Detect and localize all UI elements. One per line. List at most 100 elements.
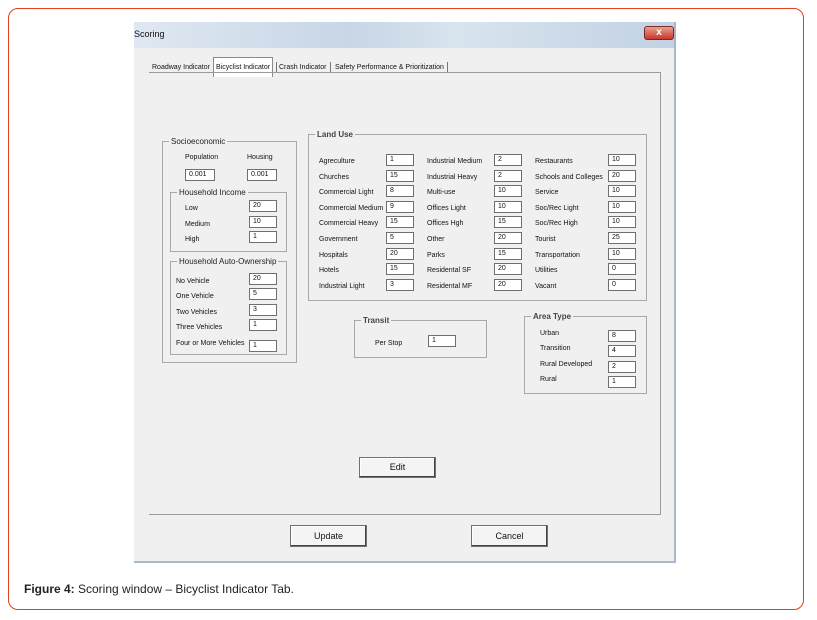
income-high-label: High [185, 236, 200, 243]
land-use-label: Multi-use [427, 189, 456, 196]
land-use-label: Residental SF [427, 267, 471, 274]
land-use-label: Commercial Heavy [319, 220, 379, 227]
land-use-label: Agreculture [319, 158, 355, 165]
land-use-label: Churches [319, 174, 349, 181]
land-use-label: Restaurants [535, 158, 573, 165]
land-use-label: Hospitals [319, 252, 348, 259]
land-use-input[interactable]: 10 [608, 248, 636, 260]
land-use-input[interactable]: 10 [494, 185, 522, 197]
land-use-input[interactable]: 15 [386, 170, 414, 182]
auto-ownership-legend: Household Auto-Ownership [179, 257, 277, 266]
land-use-input[interactable]: 15 [386, 263, 414, 275]
income-low-label: Low [185, 205, 198, 212]
land-use-legend: Land Use [317, 130, 354, 139]
household-income-legend: Household Income [179, 188, 246, 197]
scoring-window: Scoring x Roadway Indicator Bicyclist In… [134, 22, 676, 563]
income-medium-input[interactable]: 10 [249, 216, 277, 228]
transition-label: Transition [540, 345, 571, 352]
edit-button[interactable]: Edit [359, 457, 436, 478]
land-use-input[interactable]: 10 [608, 216, 636, 228]
housing-input[interactable]: 0.001 [247, 169, 277, 181]
land-use-input[interactable]: 20 [386, 248, 414, 260]
title-bar: Scoring x [134, 22, 674, 48]
land-use-group: Land Use [308, 130, 647, 301]
land-use-input[interactable]: 0 [608, 263, 636, 275]
three-vehicles-label: Three Vehicles [176, 324, 223, 331]
urban-input[interactable]: 8 [608, 330, 636, 342]
income-medium-label: Medium [185, 221, 210, 228]
land-use-label: Residental MF [427, 283, 473, 290]
four-plus-vehicles-input[interactable]: 1 [249, 340, 277, 352]
income-low-input[interactable]: 20 [249, 200, 277, 212]
two-vehicles-input[interactable]: 3 [249, 304, 277, 316]
land-use-label: Soc/Rec High [535, 220, 578, 227]
land-use-input[interactable]: 2 [494, 154, 522, 166]
land-use-input[interactable]: 1 [386, 154, 414, 166]
land-use-label: Industrial Heavy [427, 174, 478, 181]
land-use-label: Schools and Colleges [535, 174, 603, 181]
area-type-legend: Area Type [533, 312, 572, 321]
rural-label: Rural [540, 376, 557, 383]
land-use-label: Tourist [535, 236, 556, 243]
caption-text: Scoring window – Bicyclist Indicator Tab… [74, 582, 294, 596]
close-icon[interactable]: x [644, 26, 674, 40]
caption-prefix: Figure 4: [24, 582, 75, 596]
socioeconomic-legend: Socioeconomic [171, 137, 226, 146]
land-use-input[interactable]: 10 [608, 154, 636, 166]
window-title: Scoring [134, 29, 165, 39]
land-use-input[interactable]: 25 [608, 232, 636, 244]
land-use-input[interactable]: 8 [386, 185, 414, 197]
land-use-input[interactable]: 20 [608, 170, 636, 182]
rural-developed-input[interactable]: 2 [608, 361, 636, 373]
cancel-button[interactable]: Cancel [471, 525, 548, 547]
population-label: Population [185, 154, 219, 161]
land-use-input[interactable]: 9 [386, 201, 414, 213]
urban-label: Urban [540, 330, 560, 337]
land-use-input[interactable]: 20 [494, 232, 522, 244]
figure-caption: Figure 4: Scoring window – Bicyclist Ind… [24, 582, 294, 596]
land-use-label: Offices Light [427, 205, 466, 212]
transition-input[interactable]: 4 [608, 345, 636, 357]
land-use-input[interactable]: 15 [386, 216, 414, 228]
land-use-input[interactable]: 15 [494, 248, 522, 260]
land-use-label: Soc/Rec Light [535, 205, 579, 212]
rural-input[interactable]: 1 [608, 376, 636, 388]
no-vehicle-label: No Vehicle [176, 278, 210, 285]
land-use-input[interactable]: 5 [386, 232, 414, 244]
transit-legend: Transit [363, 316, 390, 325]
per-stop-label: Per Stop [375, 340, 403, 347]
land-use-label: Hotels [319, 267, 339, 274]
land-use-label: Transportation [535, 252, 580, 259]
four-plus-vehicles-label: Four or More Vehicles [176, 340, 245, 347]
per-stop-input[interactable]: 1 [428, 335, 456, 347]
three-vehicles-input[interactable]: 1 [249, 319, 277, 331]
land-use-input[interactable]: 15 [494, 216, 522, 228]
land-use-label: Vacant [535, 283, 557, 290]
rural-developed-label: Rural Developed [540, 361, 593, 368]
transit-group: Transit [354, 316, 487, 358]
housing-label: Housing [247, 154, 273, 161]
land-use-label: Commercial Medium [319, 205, 384, 212]
land-use-label: Commercial Light [319, 189, 374, 196]
land-use-label: Industrial Medium [427, 158, 483, 165]
two-vehicles-label: Two Vehicles [176, 309, 217, 316]
land-use-label: Parks [427, 252, 445, 259]
income-high-input[interactable]: 1 [249, 231, 277, 243]
land-use-input[interactable]: 10 [608, 185, 636, 197]
land-use-input[interactable]: 10 [608, 201, 636, 213]
land-use-input[interactable]: 20 [494, 263, 522, 275]
land-use-input[interactable]: 10 [494, 201, 522, 213]
population-input[interactable]: 0.001 [185, 169, 215, 181]
land-use-label: Offices Hgh [427, 220, 464, 227]
land-use-label: Other [427, 236, 445, 243]
land-use-input[interactable]: 0 [608, 279, 636, 291]
one-vehicle-input[interactable]: 5 [249, 288, 277, 300]
land-use-input[interactable]: 20 [494, 279, 522, 291]
land-use-input[interactable]: 2 [494, 170, 522, 182]
land-use-label: Government [319, 236, 358, 243]
one-vehicle-label: One Vehicle [176, 293, 214, 300]
land-use-input[interactable]: 3 [386, 279, 414, 291]
land-use-label: Service [535, 189, 559, 196]
no-vehicle-input[interactable]: 20 [249, 273, 277, 285]
update-button[interactable]: Update [290, 525, 367, 547]
